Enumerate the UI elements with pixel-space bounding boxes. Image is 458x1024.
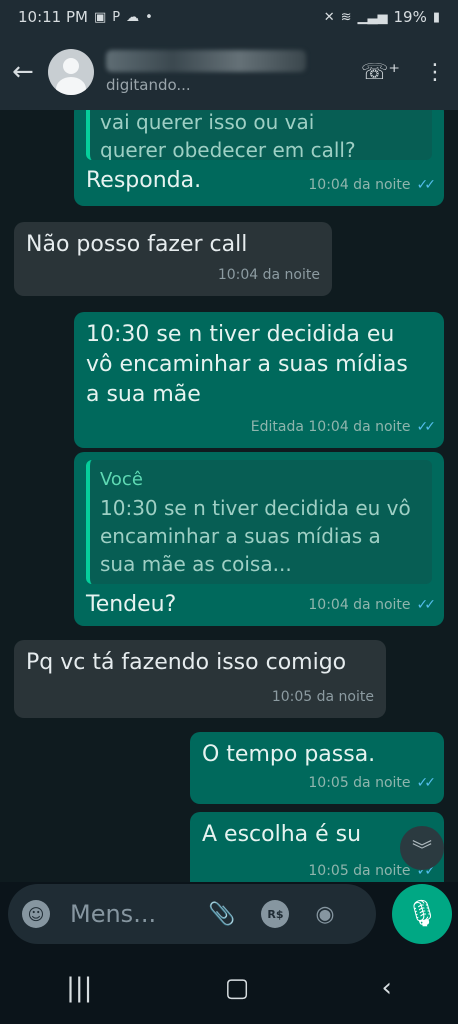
message-time: 10:05 da noite: [308, 775, 411, 791]
more-options-icon[interactable]: ⋮: [424, 60, 446, 85]
battery-level: 19%: [393, 8, 427, 26]
image-icon: ▣: [93, 9, 107, 25]
camera-icon[interactable]: ◉: [315, 902, 334, 927]
status-left: 10:11 PM ▣ P ☁ •: [18, 8, 153, 26]
message-text: A escolha é su: [202, 822, 362, 847]
status-time: 10:11 PM: [18, 8, 88, 26]
read-ticks-icon: ✓✓: [416, 419, 437, 435]
mute-icon: ✕: [323, 9, 335, 25]
recent-apps-icon[interactable]: |||: [66, 973, 92, 1003]
message-incoming[interactable]: Pq vc tá fazendo isso comigo 10:05 da no…: [14, 640, 386, 718]
message-meta: Editada 10:04 da noite ✓✓: [250, 412, 437, 442]
message-time: 10:05 da noite: [308, 863, 411, 879]
message-meta: 10:05 da noite ✓✓: [308, 768, 437, 798]
typing-status: digitando...: [106, 76, 191, 94]
nav-back-icon[interactable]: ‹: [381, 973, 391, 1003]
message-time: Editada 10:04 da noite: [250, 419, 411, 435]
message-time: 10:04 da noite: [217, 267, 320, 283]
system-nav-bar: ||| ▢ ‹: [0, 952, 458, 1024]
battery-icon: ▮: [432, 9, 440, 25]
back-arrow-icon[interactable]: ←: [12, 57, 42, 87]
quoted-message[interactable]: Você 10:30 se n tiver decidida eu vô enc…: [86, 460, 432, 584]
message-compose-box: ☺ 📎 R$ ◉: [8, 884, 376, 944]
contact-info[interactable]: digitando...: [106, 50, 337, 94]
message-outgoing[interactable]: Você 10:30 se n tiver decidida eu vô enc…: [74, 452, 444, 626]
cloud-icon: ☁: [126, 9, 140, 25]
wifi-icon: ≋: [340, 9, 352, 25]
attach-icon[interactable]: 📎: [208, 902, 235, 927]
message-text: Pq vc tá fazendo isso comigo: [26, 650, 347, 675]
message-text: Não posso fazer call: [26, 232, 248, 257]
status-bar: 10:11 PM ▣ P ☁ • ✕ ≋ ▁▃▅ 19% ▮: [0, 0, 458, 34]
input-bar: ☺ 📎 R$ ◉ 🎙: [0, 882, 458, 952]
scroll-down-icon[interactable]: ︾: [400, 826, 444, 870]
signal-icon: ▁▃▅: [357, 9, 388, 25]
add-call-icon[interactable]: ☏⁺: [361, 60, 400, 85]
chat-header: ← digitando... ☏⁺ ⋮: [0, 34, 458, 110]
message-outgoing[interactable]: O tempo passa. 10:05 da noite ✓✓: [190, 732, 444, 804]
mic-icon[interactable]: 🎙: [392, 884, 452, 944]
message-input[interactable]: [68, 899, 182, 929]
dot-icon: •: [145, 9, 153, 25]
status-right: ✕ ≋ ▁▃▅ 19% ▮: [324, 8, 440, 26]
read-ticks-icon: ✓✓: [416, 775, 437, 791]
quote-sender: Você: [100, 469, 143, 490]
message-time: 10:04 da noite: [308, 597, 411, 613]
message-meta: 10:04 da noite ✓✓: [308, 590, 437, 620]
message-incoming[interactable]: Não posso fazer call 10:04 da noite: [14, 222, 332, 296]
message-time: 10:05 da noite: [271, 689, 374, 705]
home-icon[interactable]: ▢: [225, 973, 250, 1003]
message-meta: 10:04 da noite ✓✓: [308, 170, 437, 200]
chat-area[interactable]: vai querer isso ou vai querer obedecer e…: [0, 110, 458, 882]
avatar[interactable]: [48, 49, 94, 95]
message-outgoing[interactable]: 10:30 se n tiver decidida eu vô encaminh…: [74, 312, 444, 448]
read-ticks-icon: ✓✓: [416, 177, 437, 193]
message-time: 10:04 da noite: [308, 177, 411, 193]
rs-icon[interactable]: R$: [261, 900, 290, 928]
message-meta: 10:05 da noite: [272, 682, 374, 712]
quoted-message[interactable]: vai querer isso ou vai querer obedecer e…: [86, 110, 432, 160]
contact-name-blurred: [106, 50, 306, 72]
message-text: O tempo passa.: [202, 742, 376, 767]
p-icon: P: [112, 9, 121, 25]
read-ticks-icon: ✓✓: [416, 597, 437, 613]
message-outgoing[interactable]: vai querer isso ou vai querer obedecer e…: [74, 110, 444, 206]
quote-text: 10:30 se n tiver decidida eu vô encaminh…: [100, 496, 411, 576]
message-meta: 10:04 da noite: [218, 260, 320, 290]
message-text: 10:30 se n tiver decidida eu vô encaminh…: [86, 322, 408, 407]
emoji-icon[interactable]: ☺: [22, 900, 50, 928]
